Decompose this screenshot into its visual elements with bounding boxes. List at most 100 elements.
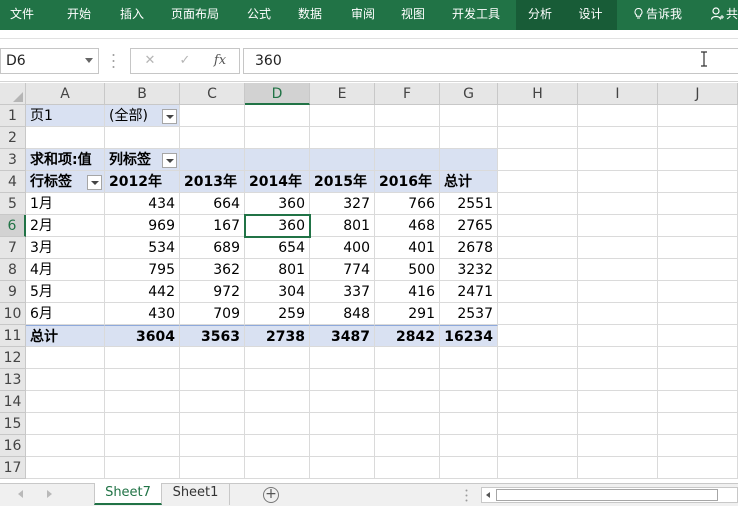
tab-pivot-design[interactable]: 设计 (564, 0, 617, 30)
empty-cell[interactable] (498, 347, 578, 369)
empty-cell[interactable] (498, 215, 578, 237)
empty-cell[interactable] (245, 457, 310, 479)
empty-cell[interactable] (310, 435, 375, 457)
grip-dots-icon[interactable] (465, 489, 468, 502)
empty-cell[interactable] (578, 303, 658, 325)
empty-cell[interactable] (440, 413, 498, 435)
empty-cell[interactable] (375, 105, 440, 127)
empty-cell[interactable] (578, 127, 658, 149)
row-total-cell[interactable]: 2537 (440, 303, 498, 325)
empty-cell[interactable] (658, 281, 738, 303)
empty-cell[interactable] (498, 237, 578, 259)
empty-cell[interactable] (180, 413, 245, 435)
row-header-8[interactable]: 8 (0, 259, 26, 281)
value-cell[interactable]: 500 (375, 259, 440, 281)
empty-cell[interactable] (658, 127, 738, 149)
empty-cell[interactable] (245, 347, 310, 369)
filter-dropdown-button[interactable] (162, 109, 177, 124)
tab-review[interactable]: 审阅 (342, 0, 384, 30)
row-header-3[interactable]: 3 (0, 149, 26, 171)
horizontal-scrollbar[interactable] (481, 487, 738, 503)
empty-cell[interactable] (498, 391, 578, 413)
row-total-cell[interactable]: 3232 (440, 259, 498, 281)
row-header-5[interactable]: 5 (0, 193, 26, 215)
empty-cell[interactable] (245, 105, 310, 127)
col-labels-dropdown-button[interactable] (162, 153, 177, 168)
row-header-10[interactable]: 10 (0, 303, 26, 325)
row-header-12[interactable]: 12 (0, 347, 26, 369)
row-header-16[interactable]: 16 (0, 435, 26, 457)
pivot-header-filler[interactable] (310, 149, 375, 171)
tab-developer[interactable]: 开发工具 (444, 0, 508, 30)
value-cell[interactable]: 689 (180, 237, 245, 259)
pivot-values-label[interactable]: 求和项:值 (26, 149, 105, 171)
row-header-11[interactable]: 11 (0, 325, 26, 347)
empty-cell[interactable] (578, 391, 658, 413)
empty-cell[interactable] (498, 149, 578, 171)
empty-cell[interactable] (498, 413, 578, 435)
empty-cell[interactable] (310, 391, 375, 413)
tab-data[interactable]: 数据 (289, 0, 331, 30)
row-labels-dropdown-button[interactable] (87, 175, 102, 190)
value-cell[interactable]: 430 (105, 303, 180, 325)
value-cell[interactable]: 416 (375, 281, 440, 303)
year-header[interactable]: 2013年 (180, 171, 245, 193)
tab-pivot-analyze[interactable]: 分析 (516, 0, 564, 30)
empty-cell[interactable] (180, 457, 245, 479)
empty-cell[interactable] (375, 413, 440, 435)
enter-icon[interactable]: ✓ (170, 49, 200, 73)
empty-cell[interactable] (498, 325, 578, 347)
month-label[interactable]: 5月 (26, 281, 105, 303)
tab-insert[interactable]: 插入 (111, 0, 153, 30)
value-cell[interactable]: 774 (310, 259, 375, 281)
value-cell[interactable]: 362 (180, 259, 245, 281)
value-cell[interactable]: 401 (375, 237, 440, 259)
formula-input[interactable]: 360 (243, 48, 738, 74)
empty-cell[interactable] (440, 457, 498, 479)
cancel-icon[interactable]: ✕ (135, 49, 165, 73)
column-header-c[interactable]: C (180, 83, 245, 105)
empty-cell[interactable] (658, 303, 738, 325)
empty-cell[interactable] (105, 391, 180, 413)
empty-cell[interactable] (578, 215, 658, 237)
empty-cell[interactable] (440, 127, 498, 149)
total-cell[interactable]: 2738 (245, 325, 310, 347)
empty-cell[interactable] (310, 413, 375, 435)
empty-cell[interactable] (658, 391, 738, 413)
pivot-header-filler[interactable] (180, 149, 245, 171)
sheet-tab-sheet1[interactable]: Sheet1 (162, 483, 230, 505)
empty-cell[interactable] (105, 457, 180, 479)
totals-label[interactable]: 总计 (26, 325, 105, 347)
column-header-b[interactable]: B (105, 83, 180, 105)
value-cell[interactable]: 259 (245, 303, 310, 325)
empty-cell[interactable] (245, 413, 310, 435)
empty-cell[interactable] (310, 369, 375, 391)
empty-cell[interactable] (180, 127, 245, 149)
empty-cell[interactable] (578, 347, 658, 369)
empty-cell[interactable] (245, 369, 310, 391)
empty-cell[interactable] (498, 303, 578, 325)
empty-cell[interactable] (578, 281, 658, 303)
empty-cell[interactable] (578, 457, 658, 479)
empty-cell[interactable] (658, 237, 738, 259)
empty-cell[interactable] (498, 171, 578, 193)
tab-formulas[interactable]: 公式 (238, 0, 280, 30)
empty-cell[interactable] (498, 105, 578, 127)
empty-cell[interactable] (440, 369, 498, 391)
empty-cell[interactable] (26, 413, 105, 435)
empty-cell[interactable] (578, 149, 658, 171)
value-cell[interactable]: 360 (245, 193, 310, 215)
tab-page-layout[interactable]: 页面布局 (163, 0, 227, 30)
year-header[interactable]: 2012年 (105, 171, 180, 193)
row-total-cell[interactable]: 2471 (440, 281, 498, 303)
empty-cell[interactable] (375, 347, 440, 369)
pivot-header-filler[interactable] (245, 149, 310, 171)
empty-cell[interactable] (440, 347, 498, 369)
empty-cell[interactable] (578, 325, 658, 347)
grip-dots-icon[interactable] (112, 53, 115, 69)
value-cell[interactable]: 654 (245, 237, 310, 259)
total-cell[interactable]: 2842 (375, 325, 440, 347)
empty-cell[interactable] (26, 391, 105, 413)
empty-cell[interactable] (245, 435, 310, 457)
select-all-button[interactable] (0, 83, 26, 105)
